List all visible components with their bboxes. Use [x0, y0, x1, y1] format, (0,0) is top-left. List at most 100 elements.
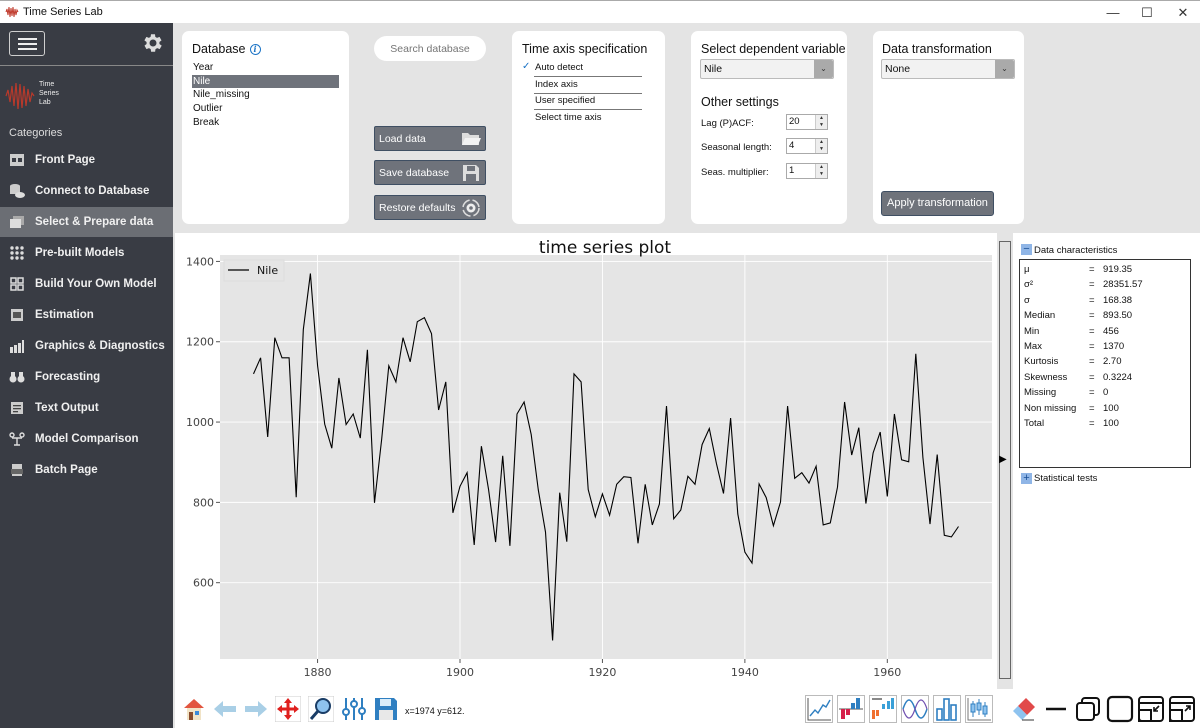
configure-subplots-icon[interactable]: [341, 696, 367, 722]
statistical-tests-title[interactable]: Statistical tests: [1034, 473, 1097, 484]
lag-pacf-spinbox[interactable]: 20 ▲ ▼: [786, 114, 828, 130]
zoom-icon[interactable]: [308, 696, 334, 722]
x-tick-label: 1880: [304, 666, 332, 679]
dependent-variable-select[interactable]: Nile ⌄: [700, 59, 834, 79]
time-axis-title: Time axis specification: [522, 42, 648, 56]
legend-label-nile: Nile: [257, 264, 278, 277]
sidebar-item-build-your-own-model[interactable]: Build Your Own Model: [0, 269, 173, 299]
database-list: Year Nile Nile_missing Outlier Break: [192, 61, 339, 129]
characteristic-name: Total: [1024, 418, 1045, 429]
bar-diff-icon[interactable]: [837, 695, 865, 723]
database-item-outlier[interactable]: Outlier: [192, 102, 339, 116]
sidebar-item-pre-built-models[interactable]: Pre-built Models: [0, 238, 173, 268]
dock-in-icon[interactable]: [1137, 695, 1165, 723]
bar-chart-icon: [9, 338, 25, 354]
folders-icon: [9, 214, 25, 230]
time-axis-option-user-specified[interactable]: User specified: [534, 93, 642, 110]
spin-down-icon[interactable]: ▼: [815, 171, 827, 178]
database-item-year[interactable]: Year: [192, 61, 339, 75]
characteristic-name: Missing: [1024, 387, 1057, 399]
sidebar-item-select-prepare-data[interactable]: Select & Prepare data: [0, 207, 173, 237]
minimize-icon[interactable]: [1044, 695, 1068, 723]
sidebar-item-estimation[interactable]: Estimation: [0, 300, 173, 330]
data-characteristic-row: Total = 100: [1024, 418, 1184, 433]
x-tick-label: 1940: [731, 666, 759, 679]
database-item-nile[interactable]: Nile: [192, 74, 339, 89]
sidebar-item-label: Front Page: [35, 154, 96, 166]
categories-label: Categories: [9, 127, 63, 139]
sidebar: Time Series Lab Categories Front Page Co…: [0, 23, 173, 728]
spin-up-icon[interactable]: ▲: [815, 115, 827, 122]
time-axis-option-auto-detect[interactable]: Auto detect: [534, 60, 642, 77]
expand-arrow-icon[interactable]: ▶: [999, 454, 1007, 465]
time-axis-option-index-axis[interactable]: Index axis: [534, 77, 642, 94]
hamburger-menu-button[interactable]: [9, 31, 45, 56]
back-arrow-icon[interactable]: [212, 696, 238, 722]
characteristic-name: μ: [1024, 264, 1030, 275]
maximize-icon[interactable]: [1106, 695, 1134, 723]
maximize-window-button[interactable]: ☐: [1130, 1, 1164, 24]
home-icon[interactable]: [181, 696, 207, 722]
sidebar-item-forecasting[interactable]: Forecasting: [0, 362, 173, 392]
sidebar-item-front-page[interactable]: Front Page: [0, 145, 173, 175]
database-card: Database i Year Nile Nile_missing Outlier…: [182, 31, 349, 224]
sine-wave-icon[interactable]: [901, 695, 929, 723]
x-tick-label: 1960: [873, 666, 901, 679]
sidebar-item-connect-to-database[interactable]: Connect to Database: [0, 176, 173, 206]
seasonal-length-spinbox[interactable]: 4 ▲ ▼: [786, 138, 828, 154]
line-plot-icon[interactable]: [805, 695, 833, 723]
seas-multiplier-spinbox[interactable]: 1 ▲ ▼: [786, 163, 828, 179]
lag-pacf-value: 20: [789, 116, 800, 127]
blocks-icon: [9, 276, 25, 292]
settings-gear-icon[interactable]: [140, 31, 164, 55]
data-characteristic-row: μ = 919.35: [1024, 264, 1184, 279]
minimize-window-button[interactable]: —: [1096, 1, 1130, 24]
characteristic-value: 0.3224: [1103, 371, 1133, 383]
characteristic-value: 456: [1103, 325, 1119, 337]
pan-icon[interactable]: [275, 696, 301, 722]
characteristic-value: 919.35: [1103, 264, 1133, 275]
close-window-button[interactable]: ✕: [1166, 1, 1200, 24]
database-item-nile-missing[interactable]: Nile_missing: [192, 88, 339, 102]
eraser-icon[interactable]: [1010, 695, 1038, 723]
candlestick-icon[interactable]: [965, 695, 993, 723]
bar-chart-icon[interactable]: [933, 695, 961, 723]
data-characteristic-row: Missing = 0: [1024, 387, 1184, 402]
collapse-icon[interactable]: −: [1021, 244, 1032, 255]
spin-up-icon[interactable]: ▲: [815, 164, 827, 171]
data-characteristics-table: μ = 919.35 σ² = 28351.57 σ = 168.38 Median = 893.50…: [1019, 259, 1191, 468]
x-tick-label: 1900: [446, 666, 474, 679]
save-figure-icon[interactable]: [373, 696, 399, 722]
data-transformation-select[interactable]: None ⌄: [881, 59, 1015, 79]
save-database-button[interactable]: Save database: [374, 160, 486, 185]
expand-icon[interactable]: +: [1021, 473, 1032, 484]
restore-icon[interactable]: [1074, 695, 1102, 723]
characteristic-value: 0: [1103, 387, 1109, 399]
histogram-icon[interactable]: [869, 695, 897, 723]
cursor-coordinates: x=1974 y=612.: [405, 706, 465, 716]
sidebar-item-batch-page[interactable]: Batch Page: [0, 455, 173, 485]
spin-down-icon[interactable]: ▼: [815, 122, 827, 129]
apply-transformation-button[interactable]: Apply transformation: [881, 191, 994, 216]
time-series-chart[interactable]: 600800100012001400 1880 1900 1920 1940 1960 …: [175, 233, 997, 689]
binoculars-icon: [9, 369, 25, 385]
logo-text-line: Time: [39, 81, 55, 88]
load-data-button[interactable]: Load data: [374, 126, 486, 151]
forward-arrow-icon[interactable]: [243, 696, 269, 722]
info-icon[interactable]: i: [249, 44, 261, 55]
data-characteristic-row: Skewness = 0.3224: [1024, 372, 1184, 387]
seas-multiplier-value: 1: [789, 165, 795, 176]
sidebar-item-label: Graphics & Diagnostics: [35, 340, 165, 352]
grid-dots-icon: [9, 245, 25, 261]
database-item-break[interactable]: Break: [192, 116, 339, 130]
undock-icon[interactable]: [1168, 695, 1196, 723]
characteristic-value: 168.38: [1103, 294, 1133, 306]
sidebar-item-model-comparison[interactable]: Model Comparison: [0, 424, 173, 454]
sidebar-item-text-output[interactable]: Text Output: [0, 393, 173, 423]
search-database-input[interactable]: [374, 36, 486, 61]
time-axis-option-select-time-axis[interactable]: Select time axis: [534, 110, 642, 127]
spin-up-icon[interactable]: ▲: [815, 139, 827, 146]
sidebar-item-graphics-diagnostics[interactable]: Graphics & Diagnostics: [0, 331, 173, 361]
restore-defaults-button[interactable]: Restore defaults: [374, 195, 486, 220]
spin-down-icon[interactable]: ▼: [815, 146, 827, 153]
